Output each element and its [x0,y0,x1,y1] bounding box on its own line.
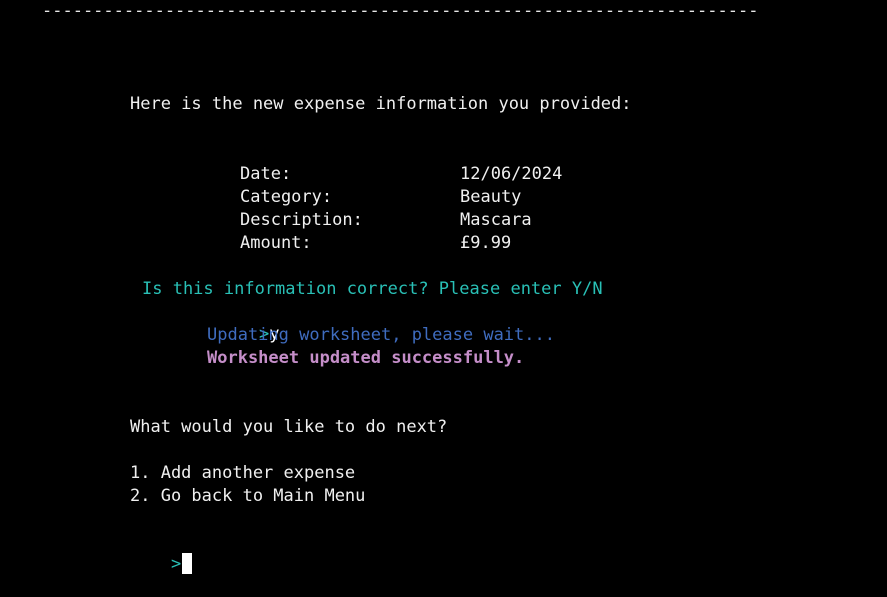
category-value: Beauty [460,187,522,207]
description-value: Mascara [460,210,532,230]
amount-value: £9.99 [460,233,512,253]
next-question: What would you like to do next? [130,417,448,437]
input-prompt-symbol: > [170,554,182,574]
success-status: Worksheet updated successfully. [207,348,525,368]
category-label: Category: [240,187,333,207]
confirm-prompt: Is this information correct? Please ente… [142,279,603,299]
command-input[interactable]: > [130,531,193,574]
option-add-expense: 1. Add another expense [130,463,356,483]
updating-status: Updating worksheet, please wait... [207,325,555,345]
terminal-window[interactable]: ----------------------------------------… [0,0,887,574]
divider-line: ----------------------------------------… [42,1,759,21]
option-main-menu: 2. Go back to Main Menu [130,486,366,506]
confirm-input-line: >y [218,301,280,344]
amount-label: Amount: [240,233,312,253]
description-label: Description: [240,210,363,230]
text-cursor [182,553,193,574]
date-value: 12/06/2024 [460,164,563,184]
expense-intro-text: Here is the new expense information you … [130,94,632,114]
date-label: Date: [240,164,292,184]
